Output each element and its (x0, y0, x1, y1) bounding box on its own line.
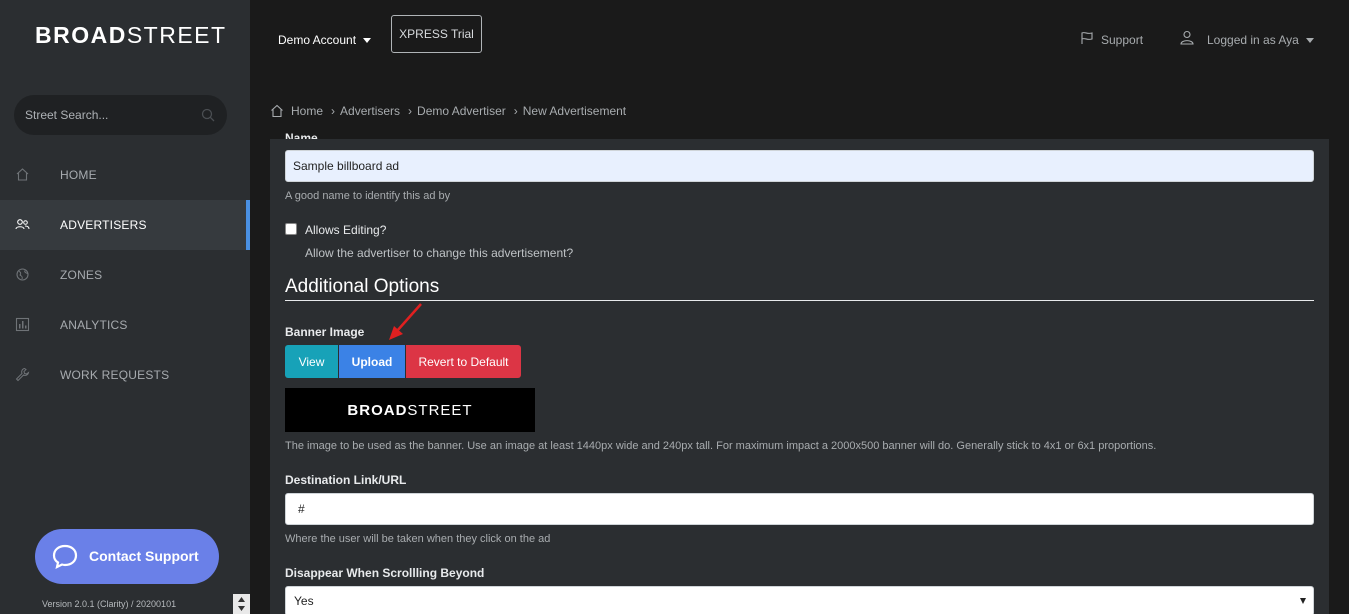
sidebar-item-home[interactable]: HOME (0, 150, 250, 200)
breadcrumb: Home › Advertisers › Demo Advertiser › N… (270, 104, 626, 118)
flag-icon (1081, 32, 1093, 44)
search-icon[interactable] (201, 108, 215, 122)
account-dropdown[interactable]: Demo Account (278, 33, 372, 47)
brand-logo[interactable]: BROADSTREET (35, 22, 227, 49)
sidebar-item-advertisers[interactable]: ADVERTISERS (0, 200, 250, 250)
name-label: Name (285, 131, 318, 139)
banner-preview-light: STREET (407, 401, 473, 419)
allows-editing-checkbox[interactable] (285, 223, 297, 235)
upload-button-label: Upload (351, 354, 393, 369)
view-button-label: View (298, 354, 325, 369)
support-link[interactable]: Support (1080, 32, 1144, 47)
sidebar-item-label: ZONES (60, 268, 103, 282)
user-label: Logged in as Aya (1207, 33, 1299, 47)
sidebar-item-analytics[interactable]: ANALYTICS (0, 300, 250, 350)
version-text: Version 2.0.1 (Clarity) / 20200101 (42, 599, 177, 609)
user-icon (1180, 30, 1194, 45)
support-label: Support (1101, 33, 1144, 47)
destination-url-value: # (298, 502, 305, 516)
revert-button-label: Revert to Default (418, 354, 509, 369)
sidebar-item-label: ADVERTISERS (60, 218, 147, 232)
name-help-text: A good name to identify this ad by (285, 190, 451, 202)
destination-url-label: Destination Link/URL (285, 473, 407, 487)
street-search (14, 95, 227, 135)
allows-editing-label[interactable]: Allows Editing? (305, 223, 386, 237)
sidebar: BROADSTREET HOME ADVERTISERS ZONES ANALY… (0, 0, 250, 614)
section-title: Additional Options (285, 276, 440, 297)
user-menu[interactable]: Logged in as Aya (1180, 30, 1314, 47)
name-input[interactable]: Sample billboard ad (285, 150, 1314, 182)
logo-light-text: STREET (126, 22, 227, 48)
search-input[interactable] (14, 95, 199, 135)
section-divider (285, 300, 1314, 301)
caret-down-icon (1300, 598, 1306, 604)
sidebar-item-work-requests[interactable]: WORK REQUESTS (0, 350, 250, 400)
sidebar-item-zones[interactable]: ZONES (0, 250, 250, 300)
annotation-arrow-icon (389, 303, 422, 340)
disappear-value: Yes (294, 594, 314, 608)
destination-url-input[interactable]: # (285, 493, 1314, 525)
upload-button[interactable]: Upload (339, 345, 405, 378)
home-icon (16, 168, 29, 181)
name-value: Sample billboard ad (293, 159, 400, 173)
contact-support-button[interactable]: Contact Support (35, 529, 219, 584)
wrench-icon (15, 367, 30, 382)
destination-url-help-text: Where the user will be taken when they c… (285, 533, 551, 545)
allows-editing-help-text: Allow the advertiser to change this adve… (305, 246, 574, 260)
chevron-right-icon: › (331, 104, 336, 118)
caret-down-icon (1305, 38, 1314, 44)
contact-support-label: Contact Support (89, 548, 199, 564)
breadcrumb-demo-advertiser[interactable]: Demo Advertiser (417, 104, 506, 118)
revert-to-default-button[interactable]: Revert to Default (406, 345, 521, 378)
xpress-trial-button[interactable]: XPRESS Trial (391, 15, 482, 53)
logo-bold-text: BROAD (35, 22, 127, 48)
banner-image-label: Banner Image (285, 325, 365, 339)
home-icon[interactable] (270, 104, 284, 118)
breadcrumb-advertisers[interactable]: Advertisers (340, 104, 400, 118)
scrollbar-arrows[interactable] (233, 594, 250, 614)
banner-image-preview: BROAD STREET (285, 388, 535, 432)
disappear-select[interactable]: Yes (285, 586, 1314, 614)
xpress-trial-label: XPRESS Trial (399, 27, 474, 41)
account-label: Demo Account (278, 33, 357, 47)
sidebar-item-label: HOME (60, 168, 97, 182)
disappear-label: Disappear When Scrollling Beyond (285, 566, 485, 580)
bar-chart-icon (15, 317, 30, 332)
banner-preview-bold: BROAD (347, 401, 408, 419)
chevron-right-icon: › (513, 104, 518, 118)
chevron-right-icon: › (408, 104, 413, 118)
sidebar-item-label: WORK REQUESTS (60, 368, 170, 382)
caret-down-icon (363, 38, 372, 44)
scroll-arrows-icon (238, 597, 245, 611)
breadcrumb-home[interactable]: Home (291, 104, 323, 118)
view-button[interactable]: View (285, 345, 338, 378)
sidebar-item-label: ANALYTICS (60, 318, 128, 332)
chat-bubble-icon (52, 544, 78, 569)
breadcrumb-current: New Advertisement (522, 104, 627, 118)
banner-help-text: The image to be used as the banner. Use … (285, 440, 1157, 452)
users-icon (15, 219, 30, 230)
globe-icon (16, 268, 29, 281)
